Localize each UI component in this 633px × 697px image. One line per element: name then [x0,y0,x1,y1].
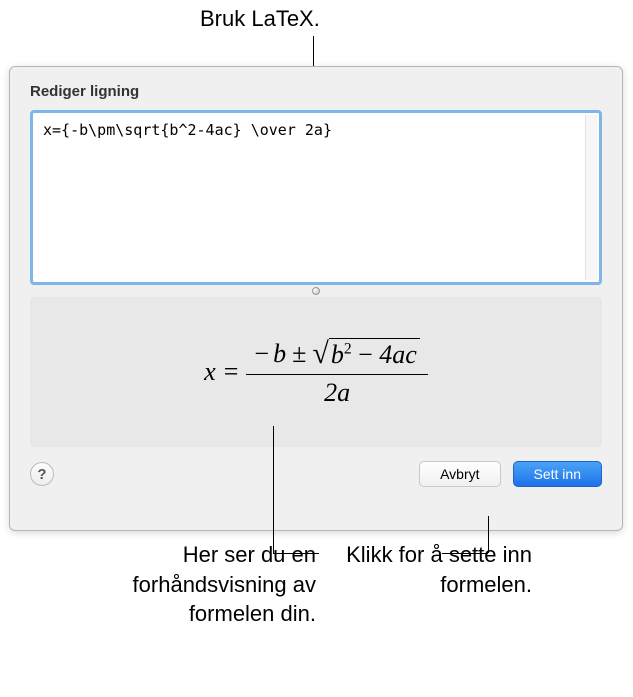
help-button[interactable]: ? [30,462,54,486]
resize-handle[interactable] [30,285,602,297]
editor-scrollbar[interactable] [585,115,597,280]
preview-denominator: 2a [324,375,350,408]
preview-fraction: −b ± √ b2 − 4ac 2a [246,337,427,408]
callout-use-latex: Bruk LaTeX. [200,6,320,32]
preview-equals: = [224,357,239,387]
insert-button[interactable]: Sett inn [513,461,602,487]
sqrt-icon: √ [312,337,328,371]
callout-line-preview-vertical [273,426,274,553]
preview-lhs: x [204,357,216,387]
dialog-button-row: ? Avbryt Sett inn [30,461,602,487]
callout-preview: Her ser du en forhåndsvisning av formele… [86,540,316,629]
formula-preview: x = −b ± √ b2 − 4ac 2a [30,297,602,447]
callout-insert: Klikk for å sette inn formelen. [332,540,532,599]
preview-numerator: −b ± √ b2 − 4ac [246,337,427,375]
preview-radicand: b2 − 4ac [329,338,420,370]
rendered-equation: x = −b ± √ b2 − 4ac 2a [204,337,428,408]
resize-dot-icon [312,287,320,295]
latex-input[interactable] [35,115,583,280]
cancel-button[interactable]: Avbryt [419,461,500,487]
dialog-title: Rediger ligning [30,83,602,100]
equation-editor-dialog: Rediger ligning x = −b ± √ b2 − 4ac 2a ?… [9,66,623,531]
latex-editor-wrapper [30,110,602,285]
